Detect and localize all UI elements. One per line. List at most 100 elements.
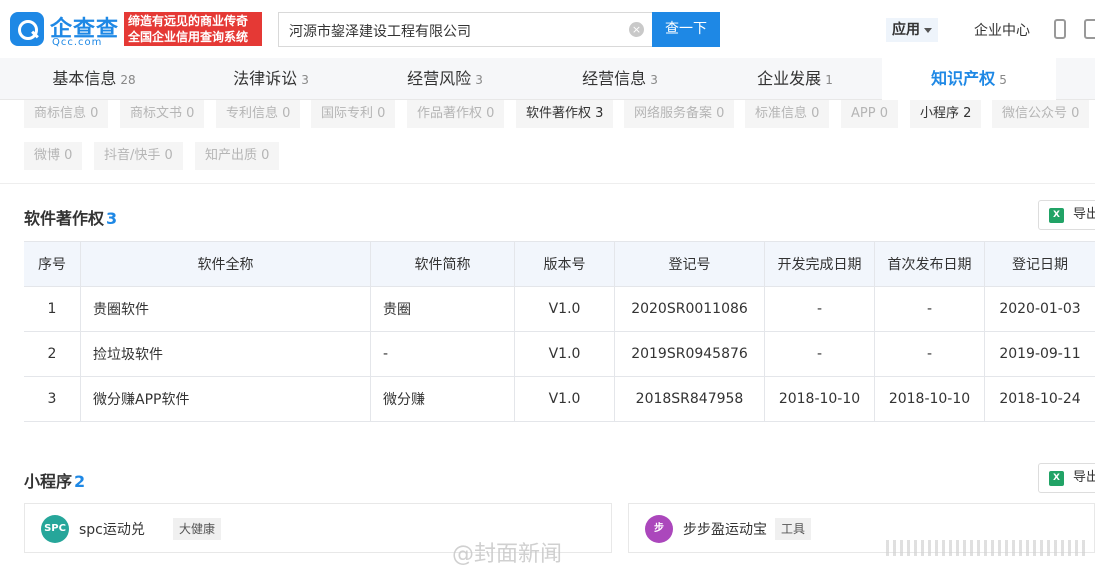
search-button[interactable]: 查一下: [652, 12, 720, 47]
slogan-line-2: 全国企业信用查询系统: [128, 30, 249, 44]
subtab-weibo[interactable]: 微博 0: [24, 142, 83, 170]
app-menu-button[interactable]: 应用: [886, 18, 938, 42]
tab-operations[interactable]: 经营信息 3: [545, 58, 695, 100]
table-header-row: 序号 软件全称 软件简称 版本号 登记号 开发完成日期 首次发布日期 登记日期: [24, 242, 1095, 287]
mini-program-tag: 大健康: [173, 518, 222, 540]
cell-short-name: 贵圈: [370, 287, 514, 331]
top-bar: 企查查 Qcc.com 缔造有远见的商业传奇 全国企业信用查询系统 河源市鋆泽建…: [0, 0, 1095, 58]
tab-label: 企业发展: [757, 69, 822, 88]
cell-index: 1: [47, 301, 57, 317]
subtab-wechat[interactable]: 微信公众号 0: [992, 100, 1090, 128]
subtab-mini-program[interactable]: 小程序 2: [910, 100, 982, 128]
tab-label: 法律诉讼: [233, 69, 298, 88]
subtab-trademark[interactable]: 商标信息 0: [24, 100, 109, 128]
cell-version: V1.0: [514, 287, 614, 331]
sub-tabs: 商标信息 0 商标文书 0 专利信息 0 国际专利 0 作品著作权 0 软件著作…: [0, 100, 1095, 184]
subtab-patent[interactable]: 专利信息 0: [216, 100, 301, 128]
tab-risk[interactable]: 经营风险 3: [370, 58, 520, 100]
cell-short-name: 微分赚: [370, 377, 514, 421]
mini-program-icon: SPC: [41, 515, 69, 543]
cell-index: 3: [47, 391, 57, 407]
tab-label: 经营信息: [582, 69, 647, 88]
export-button[interactable]: X 导出: [1038, 463, 1095, 493]
tablet-icon[interactable]: [1084, 19, 1095, 39]
cell-reg-date: 2019-09-11: [984, 332, 1095, 376]
app-menu-label: 应用: [892, 22, 920, 38]
tab-count: 1: [825, 73, 833, 87]
subtab-standards[interactable]: 标准信息 0: [745, 100, 830, 128]
cell-full-name: 贵圈软件: [80, 287, 370, 331]
logo-domain: Qcc.com: [52, 37, 103, 48]
tab-legal[interactable]: 法律诉讼 3: [196, 58, 346, 100]
cell-index: 2: [47, 346, 57, 362]
cell-reg-number: 2020SR0011086: [614, 287, 764, 331]
tab-count: 5: [999, 73, 1007, 87]
clear-icon[interactable]: ×: [629, 22, 644, 37]
mini-program-name: 步步盈运动宝: [683, 522, 767, 538]
column-header: 序号: [38, 257, 66, 273]
cell-reg-date: 2020-01-03: [984, 287, 1095, 331]
column-header: 软件简称: [370, 242, 514, 286]
export-button[interactable]: X 导出: [1038, 200, 1095, 230]
cell-short-name: -: [370, 332, 514, 376]
watermark-stripes: [886, 540, 1086, 556]
logo[interactable]: 企查查 Qcc.com: [10, 10, 120, 48]
table-row: 3 微分赚APP软件 微分赚 V1.0 2018SR847958 2018-10…: [24, 377, 1095, 422]
caret-down-icon: [924, 27, 932, 33]
cell-full-name: 微分赚APP软件: [80, 377, 370, 421]
watermark: @封面新闻: [452, 542, 563, 567]
subtab-intl-patent[interactable]: 国际专利 0: [311, 100, 396, 128]
section-title-text: 软件著作权: [24, 209, 105, 228]
column-header: 开发完成日期: [764, 242, 874, 286]
cell-dev-date: -: [764, 287, 874, 331]
tab-label: 经营风险: [407, 69, 472, 88]
mini-program-tag: 工具: [775, 518, 812, 540]
subtab-trademark-docs[interactable]: 商标文书 0: [120, 100, 205, 128]
subtab-software-copyright[interactable]: 软件著作权 3: [516, 100, 614, 128]
tab-basic-info[interactable]: 基本信息 28: [24, 58, 164, 100]
column-header: 版本号: [514, 242, 614, 286]
mini-program-section-title: 小程序 2: [24, 468, 85, 492]
phone-icon[interactable]: [1054, 19, 1066, 39]
cell-dev-date: -: [764, 332, 874, 376]
tab-label: 知识产权: [931, 69, 996, 88]
enterprise-center-link[interactable]: 企业中心: [974, 20, 1030, 40]
tab-ip[interactable]: 知识产权 5: [882, 58, 1056, 100]
column-header: 首次发布日期: [874, 242, 984, 286]
excel-icon: X: [1049, 208, 1064, 223]
tab-count: 3: [650, 73, 658, 87]
column-header: 登记号: [614, 242, 764, 286]
subtab-icp[interactable]: 网络服务备案 0: [624, 100, 735, 128]
section-title-text: 小程序: [24, 472, 73, 491]
cell-publish-date: 2018-10-10: [874, 377, 984, 421]
column-header: 软件全称: [80, 242, 370, 286]
cell-publish-date: -: [874, 287, 984, 331]
tab-label: 基本信息: [52, 69, 117, 88]
search-logo-icon: [10, 12, 44, 46]
table-row: 1 贵圈软件 贵圈 V1.0 2020SR0011086 - - 2020-01…: [24, 287, 1095, 332]
subtab-works-copyright[interactable]: 作品著作权 0: [407, 100, 505, 128]
cell-version: V1.0: [514, 332, 614, 376]
cell-reg-number: 2018SR847958: [614, 377, 764, 421]
subtab-ip-pledge[interactable]: 知产出质 0: [195, 142, 280, 170]
software-section-title: 软件著作权 3: [24, 205, 117, 229]
main-tabs: 基本信息 28 法律诉讼 3 经营风险 3 经营信息 3 企业发展 1 知识产权 5: [0, 58, 1095, 100]
export-label: 导出: [1073, 207, 1095, 222]
search-value: 河源市鋆泽建设工程有限公司: [289, 24, 471, 40]
tab-count: 3: [301, 73, 309, 87]
excel-icon: X: [1049, 471, 1064, 486]
cell-publish-date: -: [874, 332, 984, 376]
cell-reg-number: 2019SR0945876: [614, 332, 764, 376]
subtab-app[interactable]: APP 0: [841, 100, 898, 128]
search-input[interactable]: 河源市鋆泽建设工程有限公司 ×: [278, 12, 652, 47]
mini-program-name: spc运动兑: [79, 522, 145, 538]
section-count: 3: [106, 209, 118, 228]
export-label: 导出: [1073, 470, 1095, 485]
slogan-banner: 缔造有远见的商业传奇 全国企业信用查询系统: [124, 12, 262, 46]
tab-development[interactable]: 企业发展 1: [720, 58, 870, 100]
cell-reg-date: 2018-10-24: [984, 377, 1095, 421]
section-count: 2: [74, 472, 86, 491]
tab-count: 3: [475, 73, 483, 87]
cell-version: V1.0: [514, 377, 614, 421]
subtab-douyin[interactable]: 抖音/快手 0: [94, 142, 183, 170]
